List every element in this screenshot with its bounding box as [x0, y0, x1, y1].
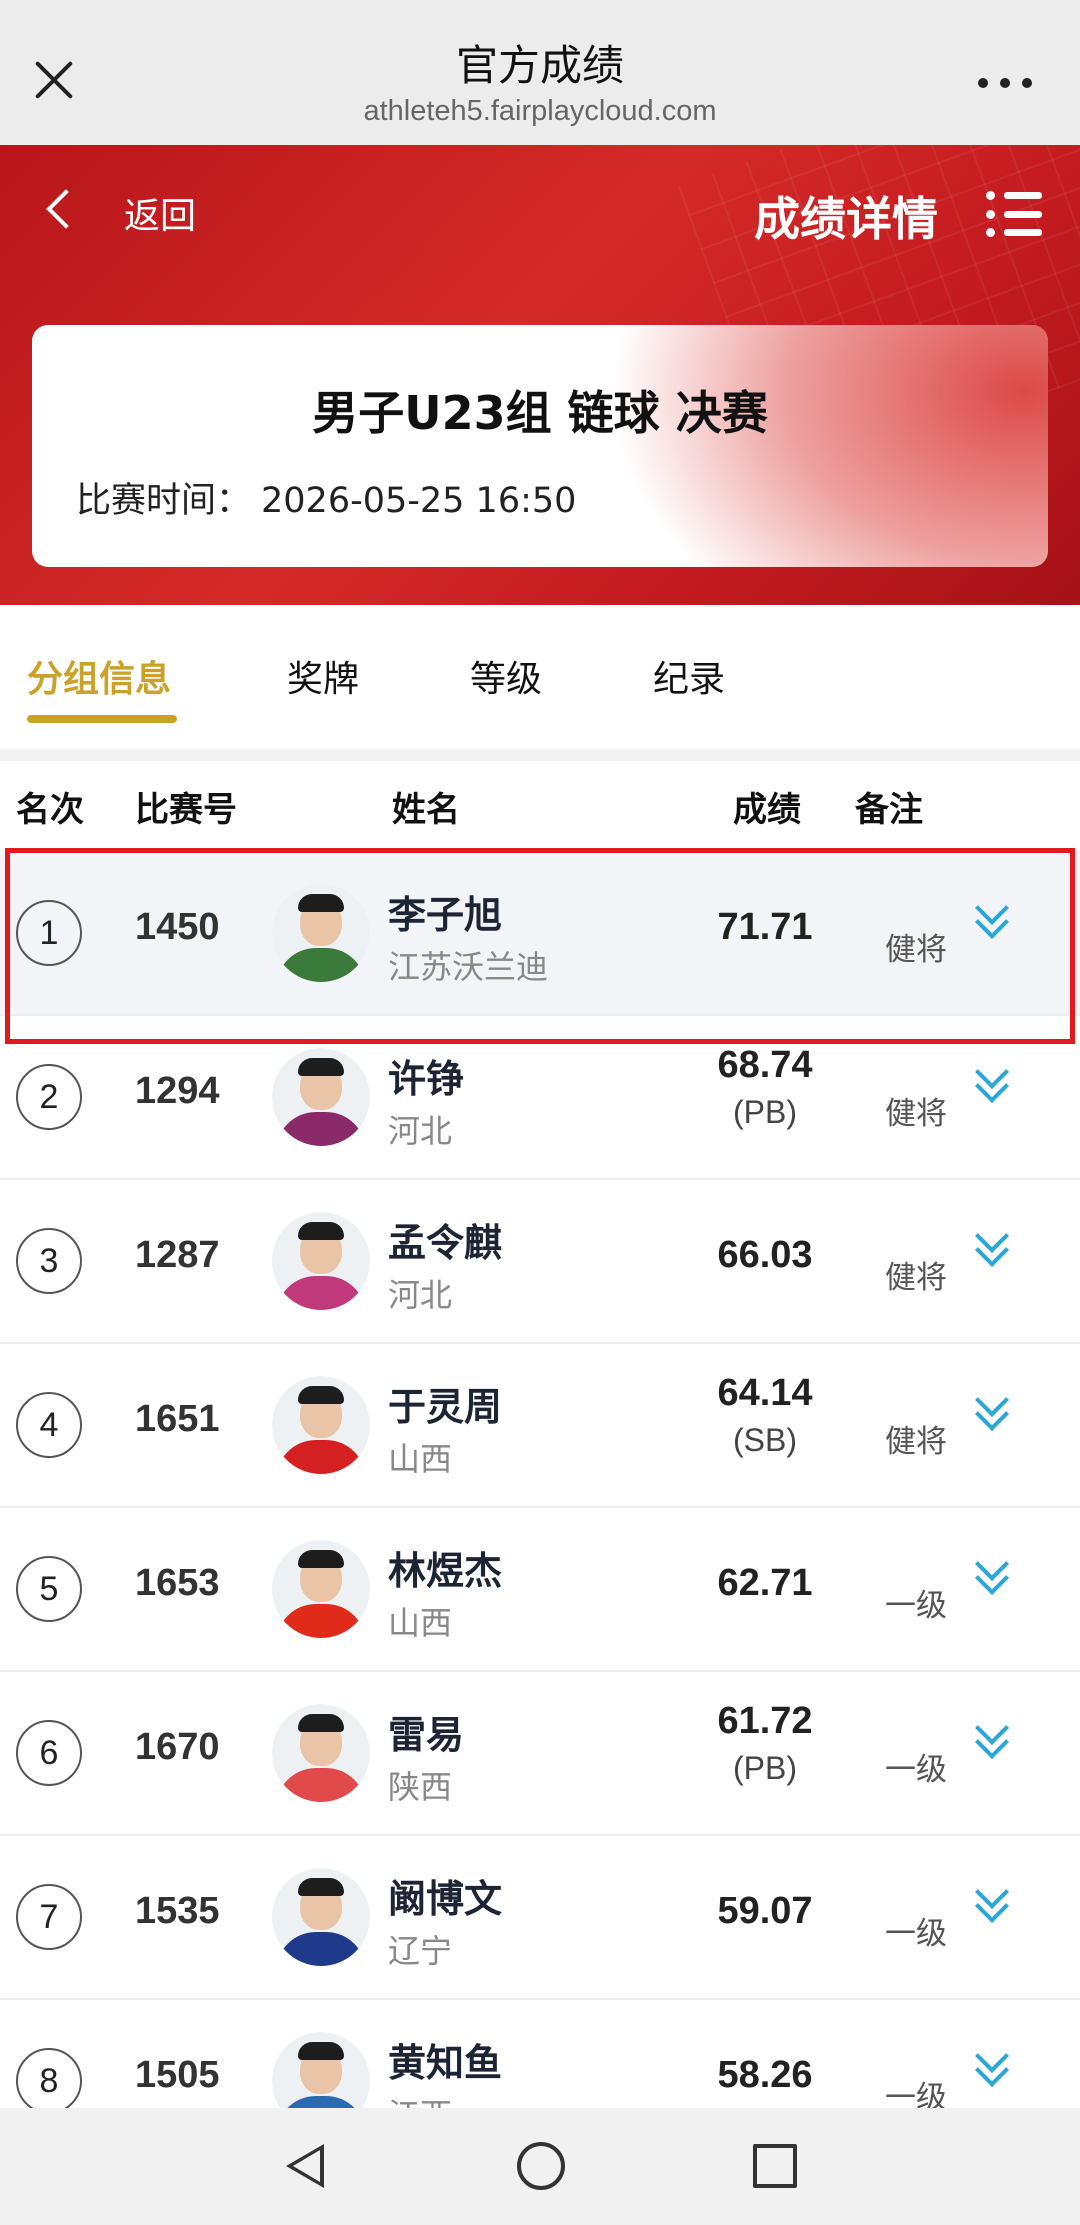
back-button[interactable]: 返回	[124, 187, 196, 239]
avatar	[272, 1048, 370, 1146]
bib-number: 1287	[135, 1234, 220, 1276]
grade-remark: 健将	[885, 1260, 947, 1296]
col-header-name: 姓名	[392, 790, 460, 830]
nav-recents-icon[interactable]	[753, 2144, 797, 2188]
col-header-mark: 成绩	[733, 790, 801, 830]
divider	[0, 749, 1080, 761]
avatar	[272, 1540, 370, 1638]
list-menu-icon[interactable]	[986, 191, 1042, 237]
athlete-name: 许铮	[388, 1057, 465, 1101]
result-mark: 58.26	[717, 2054, 813, 2096]
bib-number: 1535	[135, 1890, 220, 1932]
athlete-name: 黄知鱼	[388, 2041, 503, 2085]
chevron-down-icon[interactable]	[970, 1055, 1010, 1103]
rank-badge: 3	[16, 1228, 82, 1294]
avatar	[272, 1376, 370, 1474]
table-row[interactable]: 7 1535 阚博文辽宁 59.07 一级	[0, 1834, 1080, 2000]
result-note: (SB)	[733, 1422, 797, 1458]
result-mark: 59.07	[717, 1890, 813, 1932]
system-nav-bar	[0, 2108, 1080, 2225]
grade-remark: 一级	[885, 1916, 947, 1952]
avatar	[272, 1868, 370, 1966]
rank-badge: 7	[16, 1884, 82, 1950]
highlight-annotation	[5, 848, 1075, 1044]
more-options-icon[interactable]	[978, 78, 1034, 88]
chevron-down-icon[interactable]	[970, 1875, 1010, 1923]
browser-url: athleteh5.fairplaycloud.com	[363, 95, 717, 127]
tab-bar: 分组信息 奖牌 等级 纪录	[0, 605, 1080, 750]
result-mark: 62.71	[717, 1562, 813, 1604]
result-mark: 64.14	[717, 1372, 813, 1414]
event-card: 男子U23组 链球 决赛 比赛时间： 2026-05-25 16:50	[32, 325, 1048, 567]
grade-remark: 健将	[885, 1424, 947, 1460]
chevron-down-icon[interactable]	[970, 1219, 1010, 1267]
athlete-team: 陕西	[388, 1768, 453, 1806]
bib-number: 1294	[135, 1070, 220, 1112]
active-tab-indicator	[27, 715, 177, 723]
rank-badge: 5	[16, 1556, 82, 1622]
chevron-down-icon[interactable]	[970, 1547, 1010, 1595]
col-header-rank: 名次	[16, 790, 84, 830]
tab-records[interactable]: 纪录	[653, 650, 725, 702]
result-mark: 68.74	[717, 1044, 813, 1086]
browser-top-bar: 官方成绩 athleteh5.fairplaycloud.com	[0, 0, 1080, 145]
event-name: 男子U23组 链球 决赛	[312, 386, 768, 440]
page-title: 成绩详情	[754, 192, 938, 246]
col-header-remark: 备注	[855, 790, 923, 830]
bib-number: 1653	[135, 1562, 220, 1604]
avatar	[272, 1212, 370, 1310]
grade-remark: 健将	[885, 1096, 947, 1132]
bib-number: 1651	[135, 1398, 220, 1440]
nav-home-icon[interactable]	[517, 2142, 565, 2190]
tab-group-info[interactable]: 分组信息	[27, 650, 171, 702]
result-note: (PB)	[733, 1094, 797, 1130]
chevron-down-icon[interactable]	[970, 2039, 1010, 2087]
col-header-bib: 比赛号	[135, 790, 237, 830]
grade-remark: 一级	[885, 1752, 947, 1788]
table-row[interactable]: 3 1287 孟令麒河北 66.03 健将	[0, 1178, 1080, 1344]
athlete-team: 辽宁	[388, 1932, 453, 1970]
back-chevron-icon[interactable]	[46, 189, 86, 229]
avatar	[272, 1704, 370, 1802]
table-row[interactable]: 5 1653 林煜杰山西 62.71 一级	[0, 1506, 1080, 1672]
result-note: (PB)	[733, 1750, 797, 1786]
athlete-name: 林煜杰	[388, 1549, 503, 1593]
athlete-name: 阚博文	[388, 1877, 503, 1921]
result-mark: 66.03	[717, 1234, 813, 1276]
athlete-team: 山西	[388, 1440, 453, 1478]
athlete-team: 山西	[388, 1604, 453, 1642]
athlete-team: 河北	[388, 1112, 453, 1150]
browser-title: 官方成绩	[455, 41, 624, 90]
result-mark: 61.72	[717, 1700, 813, 1742]
table-row[interactable]: 4 1651 于灵周山西 64.14 (SB) 健将	[0, 1342, 1080, 1508]
event-time-value: 2026-05-25 16:50	[261, 481, 577, 521]
athlete-team: 河北	[388, 1276, 453, 1314]
tab-medals[interactable]: 奖牌	[287, 650, 359, 702]
chevron-down-icon[interactable]	[970, 1711, 1010, 1759]
bib-number: 1505	[135, 2054, 220, 2096]
nav-back-icon[interactable]	[286, 2144, 324, 2188]
rank-badge: 6	[16, 1720, 82, 1786]
rank-badge: 8	[16, 2048, 82, 2114]
tab-grades[interactable]: 等级	[470, 650, 542, 702]
athlete-name: 于灵周	[388, 1385, 503, 1429]
card-decoration	[608, 325, 1048, 567]
athlete-name: 孟令麒	[388, 1221, 503, 1265]
event-time-label: 比赛时间：	[76, 481, 252, 521]
athlete-name: 雷易	[388, 1713, 465, 1757]
bib-number: 1670	[135, 1726, 220, 1768]
chevron-down-icon[interactable]	[970, 1383, 1010, 1431]
results-header: 返回 成绩详情 男子U23组 链球 决赛 比赛时间： 2026-05-25 16:…	[0, 145, 1080, 605]
grade-remark: 一级	[885, 1588, 947, 1624]
table-row[interactable]: 6 1670 雷易陕西 61.72 (PB) 一级	[0, 1670, 1080, 1836]
event-time: 比赛时间： 2026-05-25 16:50	[76, 472, 576, 523]
rank-badge: 2	[16, 1064, 82, 1130]
rank-badge: 4	[16, 1392, 82, 1458]
